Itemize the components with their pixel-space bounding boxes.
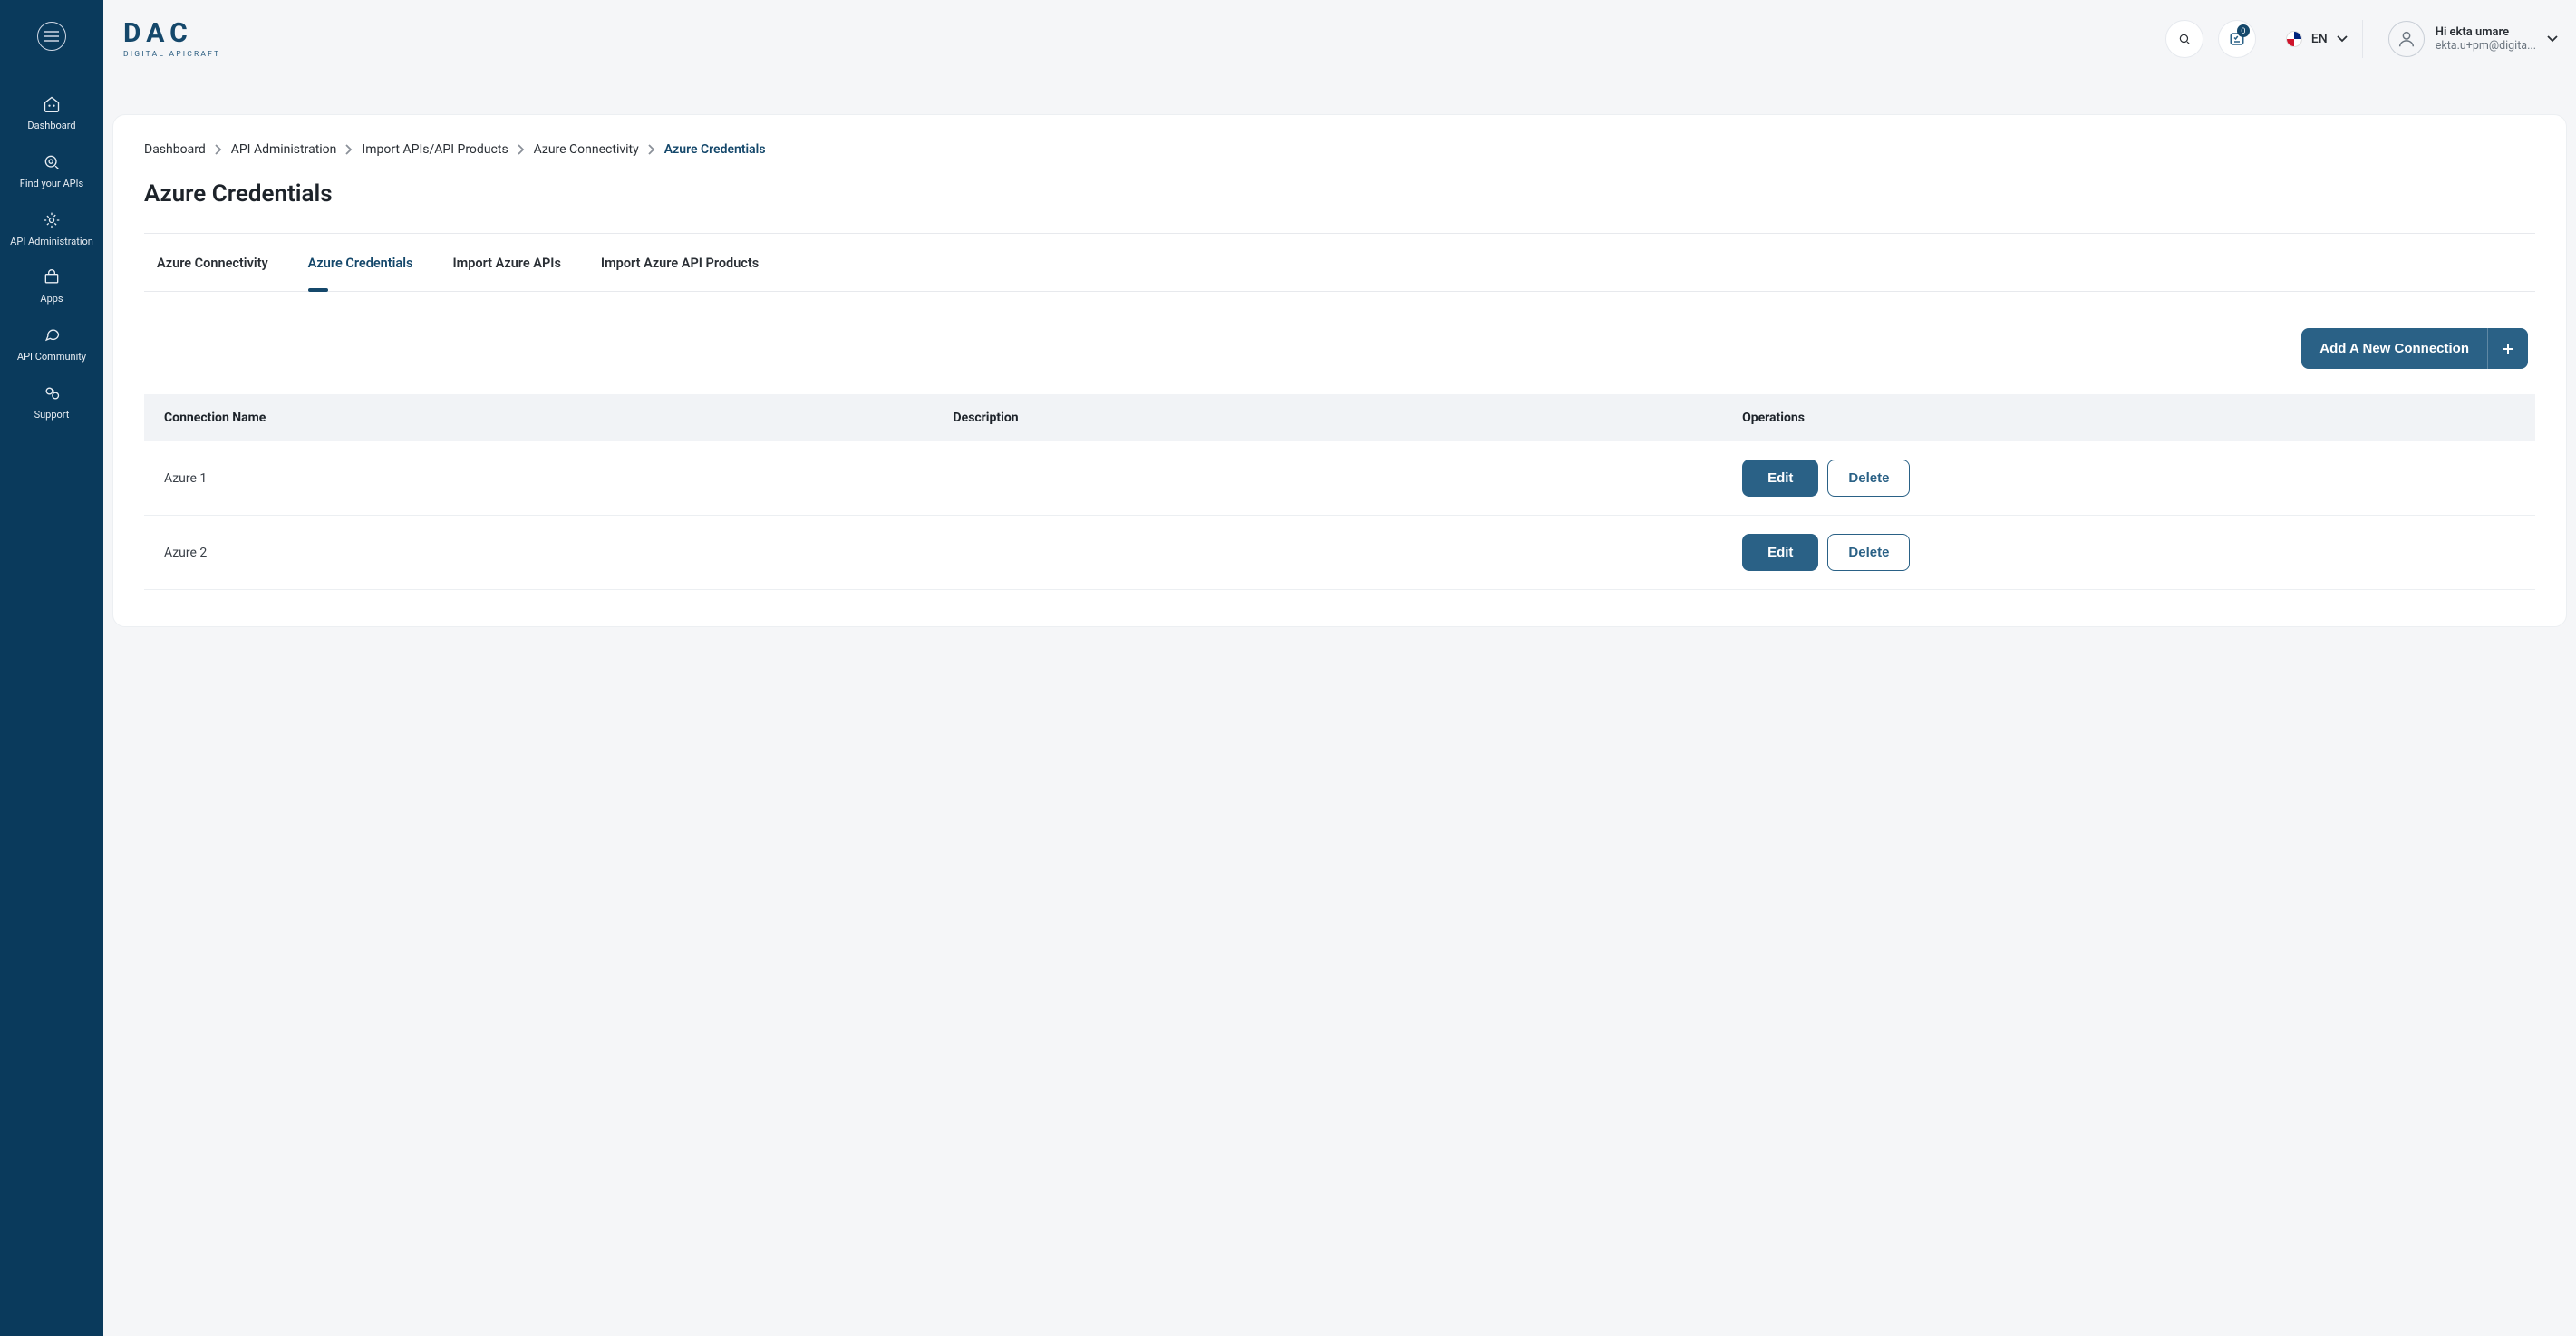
sidebar-item-label: Dashboard — [27, 120, 75, 132]
sidebar-item-community[interactable]: API Community — [14, 325, 90, 363]
sidebar-item-apps[interactable]: Apps — [36, 267, 66, 305]
table-row: Azure 1 Edit Delete — [144, 441, 2535, 516]
cell-connection-name: Azure 1 — [144, 441, 934, 516]
chevron-right-icon — [648, 144, 655, 155]
cell-connection-name: Azure 2 — [144, 516, 934, 590]
sidebar-item-support[interactable]: Support — [31, 383, 73, 421]
breadcrumb: Dashboard API Administration Import APIs… — [144, 142, 2535, 157]
user-email: ekta.u+pm@digita... — [2436, 39, 2536, 53]
community-icon — [42, 325, 62, 345]
content: Dashboard API Administration Import APIs… — [103, 78, 2576, 1336]
table-header-description: Description — [934, 394, 1723, 441]
breadcrumb-item[interactable]: Import APIs/API Products — [362, 142, 508, 157]
delete-button[interactable]: Delete — [1827, 460, 1910, 497]
add-connection-label: Add A New Connection — [2301, 328, 2488, 369]
connections-table: Connection Name Description Operations A… — [144, 394, 2535, 590]
edit-button[interactable]: Edit — [1742, 460, 1818, 497]
plus-icon — [2488, 328, 2528, 369]
sidebar-item-find-apis[interactable]: Find your APIs — [16, 152, 87, 190]
chevron-down-icon — [2547, 35, 2558, 43]
avatar — [2388, 21, 2425, 57]
search-icon — [2178, 33, 2191, 45]
hamburger-icon — [44, 31, 59, 42]
tab-import-azure-apis[interactable]: Import Azure APIs — [452, 256, 560, 291]
cell-operations: Edit Delete — [1722, 441, 2535, 516]
sidebar-nav: Dashboard Find your APIs API Administrat… — [0, 94, 103, 421]
sidebar: Dashboard Find your APIs API Administrat… — [0, 0, 103, 1336]
delete-button[interactable]: Delete — [1827, 534, 1910, 571]
action-row: Add A New Connection — [151, 328, 2528, 369]
logo-text: DAC — [123, 20, 220, 47]
sidebar-item-label: Support — [34, 409, 70, 421]
page-title: Azure Credentials — [144, 180, 2535, 208]
breadcrumb-current: Azure Credentials — [664, 142, 766, 157]
apps-icon — [42, 267, 62, 287]
table-header-name: Connection Name — [144, 394, 934, 441]
logo-tagline: DIGITAL APICRAFT — [123, 50, 220, 59]
tab-azure-credentials[interactable]: Azure Credentials — [308, 256, 413, 291]
flag-icon — [2286, 31, 2302, 47]
edit-button[interactable]: Edit — [1742, 534, 1818, 571]
main: DAC DIGITAL APICRAFT 0 EN Hi ekta umare … — [103, 0, 2576, 1336]
chevron-down-icon — [2337, 35, 2348, 43]
language-selector[interactable]: EN — [2271, 20, 2363, 58]
brand-logo[interactable]: DAC DIGITAL APICRAFT — [123, 20, 220, 59]
sidebar-item-label: API Administration — [10, 236, 93, 248]
sidebar-item-label: Find your APIs — [20, 178, 83, 190]
chevron-right-icon — [345, 144, 353, 155]
header: DAC DIGITAL APICRAFT 0 EN Hi ekta umare … — [103, 0, 2576, 78]
find-api-icon — [42, 152, 62, 172]
chevron-right-icon — [518, 144, 525, 155]
notifications-badge: 0 — [2237, 24, 2250, 37]
language-code: EN — [2311, 32, 2328, 46]
table-row: Azure 2 Edit Delete — [144, 516, 2535, 590]
cell-description — [934, 441, 1723, 516]
cell-operations: Edit Delete — [1722, 516, 2535, 590]
tabs: Azure Connectivity Azure Credentials Imp… — [144, 234, 2535, 292]
add-connection-button[interactable]: Add A New Connection — [2301, 328, 2528, 369]
sidebar-item-label: Apps — [40, 293, 63, 305]
sidebar-item-dashboard[interactable]: Dashboard — [24, 94, 79, 132]
user-greeting: Hi ekta umare — [2436, 25, 2536, 39]
cell-description — [934, 516, 1723, 590]
sidebar-item-label: API Community — [17, 351, 86, 363]
chevron-right-icon — [215, 144, 222, 155]
sidebar-item-api-admin[interactable]: API Administration — [6, 210, 97, 248]
notifications-button[interactable]: 0 — [2218, 20, 2256, 58]
gear-api-icon — [42, 210, 62, 230]
breadcrumb-item[interactable]: Azure Connectivity — [534, 142, 639, 157]
support-icon — [42, 383, 62, 403]
breadcrumb-item[interactable]: API Administration — [231, 142, 337, 157]
sidebar-toggle[interactable] — [37, 22, 66, 51]
breadcrumb-item[interactable]: Dashboard — [144, 142, 206, 157]
home-icon — [42, 94, 62, 114]
search-button[interactable] — [2165, 20, 2203, 58]
table-header-operations: Operations — [1722, 394, 2535, 441]
content-card: Dashboard API Administration Import APIs… — [112, 114, 2567, 627]
user-menu[interactable]: Hi ekta umare ekta.u+pm@digita... — [2377, 21, 2558, 57]
user-icon — [2397, 29, 2416, 49]
table-header-row: Connection Name Description Operations — [144, 394, 2535, 441]
tab-import-azure-api-products[interactable]: Import Azure API Products — [601, 256, 759, 291]
tab-azure-connectivity[interactable]: Azure Connectivity — [157, 256, 268, 291]
